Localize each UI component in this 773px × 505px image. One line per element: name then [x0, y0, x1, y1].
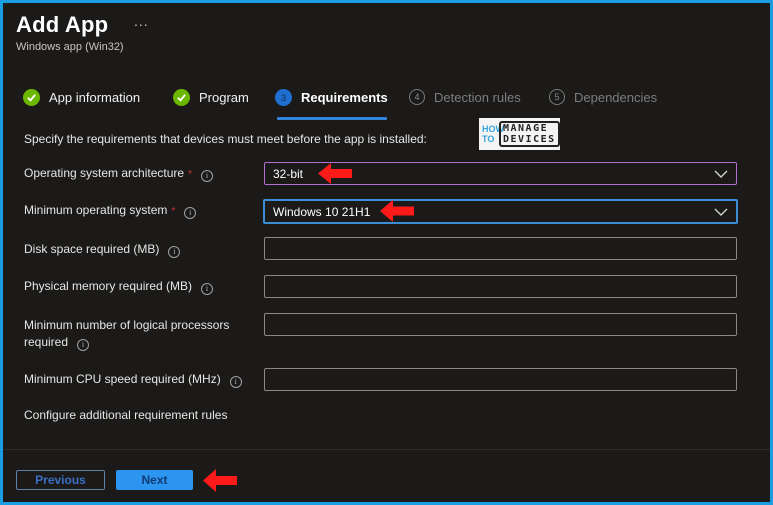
chevron-down-icon: [714, 203, 728, 221]
active-tab-indicator: [277, 117, 387, 120]
label-text: Physical memory required (MB): [24, 279, 193, 293]
required-marker: *: [188, 169, 192, 180]
cpu-speed-input[interactable]: [264, 368, 737, 391]
logo-line1: MANAGE: [503, 123, 549, 134]
label-text: Disk space required (MB): [24, 242, 160, 256]
logical-processors-input[interactable]: [264, 313, 737, 336]
logo-manage-devices: MANAGE DEVICES: [499, 121, 560, 147]
label-text: Minimum operating system: [24, 203, 168, 217]
info-icon[interactable]: i: [184, 207, 197, 219]
footer-divider: [3, 449, 770, 450]
checkmark-icon: [23, 89, 40, 106]
checkmark-icon: [173, 89, 190, 106]
physical-memory-label: Physical memory required (MB) i: [24, 278, 214, 295]
tab-app-information[interactable]: App information: [23, 89, 140, 106]
tab-label: Requirements: [301, 90, 388, 105]
requirements-description: Specify the requirements that devices mu…: [24, 132, 427, 146]
label-text: required: [24, 335, 69, 349]
annotation-arrow-icon: [318, 163, 352, 184]
page-subtitle: Windows app (Win32): [16, 41, 124, 53]
watermark-logo: HOW TO MANAGE DEVICES: [479, 118, 560, 150]
logo-line2: DEVICES: [503, 134, 556, 145]
step-number-icon: 5: [549, 89, 565, 105]
info-icon[interactable]: i: [200, 170, 213, 182]
min-os-dropdown[interactable]: Windows 10 21H1: [263, 199, 738, 224]
disk-space-label: Disk space required (MB) i: [24, 241, 181, 258]
info-icon[interactable]: i: [77, 339, 90, 351]
cpu-speed-label: Minimum CPU speed required (MHz) i: [24, 371, 242, 388]
label-text: Minimum number of logical processors: [24, 318, 230, 332]
logical-processors-label: Minimum number of logical processors req…: [24, 317, 229, 351]
previous-button[interactable]: Previous: [16, 470, 105, 490]
more-options-button[interactable]: ...: [134, 13, 149, 29]
info-icon[interactable]: i: [201, 283, 214, 295]
tab-program[interactable]: Program: [173, 89, 249, 106]
dropdown-value: Windows 10 21H1: [273, 204, 371, 219]
next-button[interactable]: Next: [116, 470, 193, 490]
tab-requirements[interactable]: 3 Requirements: [275, 89, 388, 106]
tab-detection-rules[interactable]: 4 Detection rules: [409, 89, 521, 105]
additional-requirement-rules-heading: Configure additional requirement rules: [24, 408, 228, 422]
tab-label: Dependencies: [574, 89, 658, 105]
chevron-down-icon: [714, 165, 728, 183]
page-title: Add App: [16, 12, 109, 37]
os-architecture-label: Operating system architecture * i: [24, 165, 213, 183]
label-text: Minimum CPU speed required (MHz): [24, 372, 221, 386]
physical-memory-input[interactable]: [264, 275, 737, 298]
tab-dependencies[interactable]: 5 Dependencies: [549, 89, 657, 105]
min-os-label: Minimum operating system * i: [24, 202, 197, 220]
annotation-arrow-icon: [203, 469, 237, 492]
step-number-icon: 3: [275, 89, 292, 106]
tab-label: Program: [199, 90, 249, 105]
info-icon[interactable]: i: [229, 376, 242, 388]
tab-label: Detection rules: [434, 89, 521, 105]
required-marker: *: [171, 206, 176, 217]
step-number-icon: 4: [409, 89, 425, 105]
info-icon[interactable]: i: [168, 246, 181, 258]
logo-how-to: HOW TO: [482, 124, 504, 144]
tab-label: App information: [49, 90, 141, 105]
annotation-arrow-icon: [380, 200, 414, 222]
disk-space-input[interactable]: [264, 237, 737, 260]
add-app-blade: Add App ... Windows app (Win32) App info…: [3, 3, 770, 502]
label-text: Operating system architecture: [24, 166, 185, 180]
